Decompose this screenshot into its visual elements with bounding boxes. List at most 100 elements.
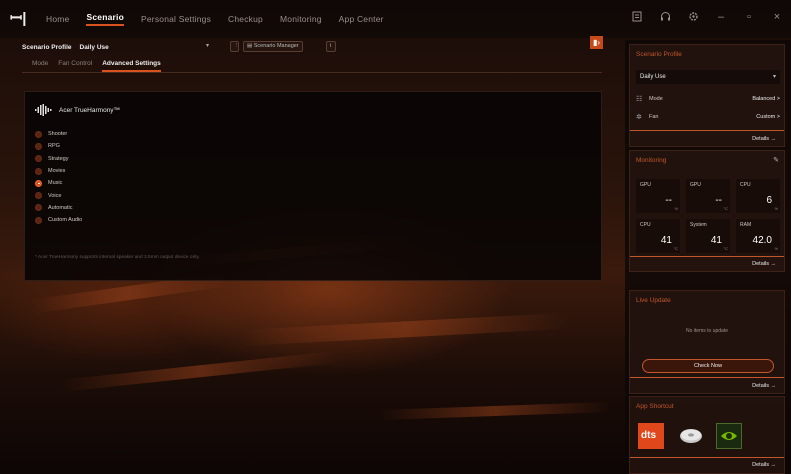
scenario-details-link[interactable]: Details →: [752, 136, 776, 142]
maximize-icon[interactable]: ▫: [743, 11, 755, 25]
close-icon[interactable]: ×: [771, 11, 783, 25]
radio-button-selected[interactable]: [35, 179, 42, 187]
mode-icon: ☷: [636, 96, 643, 103]
background-plank: [239, 312, 570, 346]
scenario-profile-label: Scenario Profile: [22, 43, 72, 51]
nav-home[interactable]: Home: [46, 14, 69, 24]
nav-app-center[interactable]: App Center: [339, 14, 384, 24]
mode-label: Custom Audio: [48, 217, 83, 224]
mode-option-shooter[interactable]: Shooter: [35, 128, 82, 140]
divider: [630, 377, 784, 378]
nav-checkup[interactable]: Checkup: [228, 14, 263, 24]
scenario-profile-card: Scenario Profile Daily Use ▾ ☷ Mode Bala…: [629, 44, 785, 147]
panel-footnote: * Acer TrueHarmony supports internal spe…: [35, 255, 200, 260]
mode-label: Shooter: [48, 131, 68, 138]
more-options-button[interactable]: ⋮: [230, 41, 240, 52]
card-title: App Shortcut: [636, 403, 674, 410]
background-plank: [59, 350, 340, 392]
monitor-system-temp: System 41 °C: [686, 219, 730, 253]
fan-row[interactable]: ✲ Fan Custom >: [636, 111, 780, 123]
nav-personal-settings[interactable]: Personal Settings: [141, 14, 211, 24]
radio-button[interactable]: [35, 130, 42, 138]
mode-label: Strategy: [48, 155, 69, 162]
manager-icon: ▤: [247, 43, 254, 49]
tab-mode[interactable]: Mode: [32, 60, 48, 72]
sidebar-toggle-icon[interactable]: ▮›: [590, 36, 603, 49]
tab-fan-control[interactable]: Fan Control: [58, 60, 92, 72]
monitor-cpu-usage: CPU 6 %: [736, 179, 780, 213]
scenario-manager-button[interactable]: ▤ Scenario Manager: [243, 41, 303, 52]
radio-button[interactable]: [35, 216, 42, 224]
monitor-cpu-temp: CPU 41 °C: [636, 219, 680, 253]
minimize-icon[interactable]: –: [715, 11, 727, 25]
mode-option-automatic[interactable]: Automatic: [35, 202, 82, 214]
live-update-card: Live Update No items to update Check Now…: [629, 290, 785, 394]
mode-option-voice[interactable]: Voice: [35, 189, 82, 201]
trueharmony-panel: Acer TrueHarmony™ Shooter RPG Strategy M…: [24, 91, 602, 281]
card-title: Scenario Profile: [636, 51, 682, 58]
scenario-manager-label: Scenario Manager: [253, 43, 299, 49]
mode-option-movies[interactable]: Movies: [35, 165, 82, 177]
info-button[interactable]: i: [326, 41, 336, 52]
monitor-label: GPU: [690, 182, 701, 188]
fan-icon: ✲: [636, 114, 642, 121]
nav-scenario[interactable]: Scenario: [86, 12, 124, 26]
check-now-button[interactable]: Check Now: [642, 359, 774, 373]
mode-label: Automatic: [48, 204, 73, 211]
radio-button[interactable]: [35, 155, 42, 163]
monitor-unit: %: [674, 206, 678, 211]
radio-button[interactable]: [35, 192, 42, 200]
chevron-down-icon: ▾: [772, 74, 776, 80]
nvidia-app-icon[interactable]: [716, 423, 742, 449]
fan-value: Custom >: [756, 114, 780, 120]
card-title: Live Update: [636, 297, 671, 304]
mode-label: Music: [48, 180, 63, 187]
mode-option-custom-audio[interactable]: Custom Audio: [35, 214, 82, 226]
monitor-unit: °C: [673, 246, 679, 251]
monitor-unit: °C: [723, 246, 729, 251]
tab-advanced-settings[interactable]: Advanced Settings: [102, 60, 161, 72]
monitor-label: CPU: [640, 222, 651, 228]
background-plank: [379, 401, 611, 420]
dts-app-icon[interactable]: dts: [638, 423, 664, 449]
subtab-bar: Mode Fan Control Advanced Settings: [32, 60, 171, 72]
scenario-profile-dropdown[interactable]: Daily Use: [80, 44, 109, 51]
app-shortcut-card: App Shortcut dts Details →: [629, 396, 785, 474]
chevron-down-icon[interactable]: ▾: [206, 42, 209, 49]
monitor-value: --: [715, 195, 722, 206]
monitor-gpu-usage: GPU -- %: [636, 179, 680, 213]
scenario-profile-row: Scenario Profile Daily Use ▾ ⋮ ▤ Scenari…: [22, 40, 602, 54]
sidebar-profile-dropdown[interactable]: Daily Use ▾: [636, 70, 780, 84]
audio-mode-list: Shooter RPG Strategy Movies Music Voice …: [35, 128, 82, 226]
wrench-icon[interactable]: ✎: [773, 156, 779, 164]
monitoring-card: Monitoring ✎ GPU -- % GPU -- °C CPU 6 % …: [629, 150, 785, 272]
disc-app-icon[interactable]: [678, 423, 704, 449]
live-update-message: No items to update: [686, 328, 728, 334]
notes-icon[interactable]: [631, 11, 643, 25]
radio-button[interactable]: [35, 142, 42, 150]
settings-icon[interactable]: [687, 11, 699, 25]
app-shortcut-details-link[interactable]: Details →: [752, 462, 776, 468]
mode-option-strategy[interactable]: Strategy: [35, 153, 82, 165]
monitor-label: RAM: [740, 222, 752, 228]
mode-label: Voice: [48, 192, 62, 199]
radio-button[interactable]: [35, 204, 42, 212]
divider: [630, 457, 784, 458]
app-logo-icon: ꟷ|: [10, 10, 27, 27]
mode-row[interactable]: ☷ Mode Balanced >: [636, 93, 780, 105]
mode-label: Mode: [649, 96, 663, 102]
monitoring-details-link[interactable]: Details →: [752, 261, 776, 267]
mode-option-rpg[interactable]: RPG: [35, 140, 82, 152]
headset-icon[interactable]: [659, 11, 671, 25]
sidebar-profile-value: Daily Use: [640, 74, 666, 80]
nav-monitoring[interactable]: Monitoring: [280, 14, 322, 24]
monitor-value: 41: [660, 235, 672, 246]
radio-button[interactable]: [35, 167, 42, 175]
divider: [630, 256, 784, 257]
divider: [22, 72, 602, 73]
mode-value: Balanced >: [752, 96, 780, 102]
mode-option-music[interactable]: Music: [35, 177, 82, 189]
monitor-value: 41: [710, 235, 722, 246]
monitor-gpu-temp: GPU -- °C: [686, 179, 730, 213]
live-update-details-link[interactable]: Details →: [752, 383, 776, 389]
